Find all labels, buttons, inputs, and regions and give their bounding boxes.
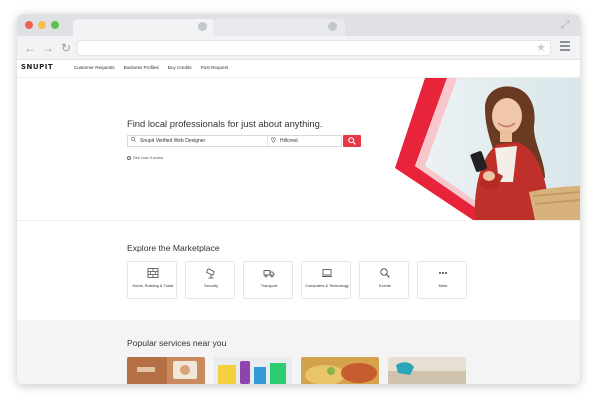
hero-title: Find local professionals for just about … [127, 118, 323, 129]
close-window-button[interactable] [25, 21, 33, 29]
reload-icon[interactable]: ↻ [59, 41, 73, 55]
popular-title: Popular services near you [127, 338, 227, 348]
category-label: Transport [260, 283, 278, 288]
category-label: More [438, 283, 448, 288]
menu-icon[interactable] [560, 41, 572, 55]
browser-tab-active[interactable] [73, 19, 215, 36]
search-button[interactable] [343, 135, 361, 147]
service-search-input[interactable]: Snupit Verified Web Designer [128, 136, 268, 146]
location-pin-icon [271, 136, 276, 145]
tab-bar: ⤢ [17, 14, 580, 36]
truck-icon [244, 266, 294, 278]
location-value: Hillcrest [280, 138, 298, 144]
info-icon [127, 155, 131, 160]
expand-icon[interactable]: ⤢ [558, 18, 572, 32]
nav-link-buy-credits[interactable]: Buy Credits [168, 65, 192, 70]
maximize-window-button[interactable] [51, 21, 59, 29]
location-input[interactable]: Hillcrest [268, 136, 343, 146]
category-transport[interactable]: Transport [243, 261, 293, 299]
how-it-works-label: See how it works [133, 155, 164, 160]
service-card-photo-cleaning[interactable] [214, 357, 292, 384]
service-card-photo-painting[interactable] [127, 357, 205, 384]
service-search-value: Snupit Verified Web Designer [140, 138, 206, 144]
marketplace-title: Explore the Marketplace [127, 243, 220, 253]
address-bar[interactable]: ★ [77, 40, 551, 56]
category-events[interactable]: Events [359, 261, 409, 299]
search-field-icon [131, 137, 136, 144]
browser-toolbar: ← → ↻ ★ [17, 36, 580, 60]
tab-close-icon[interactable] [328, 22, 337, 31]
category-security[interactable]: Security [185, 261, 235, 299]
security-camera-icon [186, 266, 236, 279]
forward-icon[interactable]: → [41, 41, 55, 55]
browser-window: ⤢ ← → ↻ ★ SNUPIT Customer Requests Busin… [17, 14, 580, 384]
nav-link-post-request[interactable]: Post Request [201, 65, 229, 70]
more-dots-icon [418, 266, 468, 278]
hero-section: Find local professionals for just about … [17, 78, 580, 220]
category-label: Computers & Technology [305, 283, 349, 288]
brick-wall-icon [128, 266, 178, 278]
category-label: Home, Building & Trade [132, 283, 174, 288]
nav-link-business-profiles[interactable]: Business Profiles [124, 65, 159, 70]
service-card-photo-carpet-cleaning[interactable] [388, 357, 466, 384]
nav-link-customer-requests[interactable]: Customer Requests [74, 65, 115, 70]
how-it-works-link[interactable]: See how it works [127, 155, 163, 160]
category-home-building-trade[interactable]: Home, Building & Trade [127, 261, 177, 299]
search-icon [348, 137, 356, 145]
minimize-window-button[interactable] [38, 21, 46, 29]
search-form: Snupit Verified Web Designer Hillcrest [127, 135, 342, 147]
star-icon[interactable]: ★ [536, 41, 546, 55]
category-computers-technology[interactable]: Computers & Technology [301, 261, 351, 299]
hero-photo-woman-with-phone [395, 78, 580, 220]
site-nav: SNUPIT Customer Requests Business Profil… [17, 60, 580, 78]
tab-close-icon[interactable] [198, 22, 207, 31]
category-label: Security [203, 283, 219, 288]
category-more[interactable]: More [417, 261, 467, 299]
category-label: Events [379, 283, 391, 288]
site-logo[interactable]: SNUPIT [21, 63, 53, 71]
computer-icon [302, 266, 352, 278]
back-icon[interactable]: ← [23, 41, 37, 55]
popular-services-section: Popular services near you [17, 320, 580, 384]
browser-tab-inactive[interactable] [213, 19, 345, 36]
service-card-photo-catering[interactable] [301, 357, 379, 384]
magnifier-icon [360, 266, 410, 278]
marketplace-section: Explore the Marketplace Home, Building &… [17, 220, 580, 320]
